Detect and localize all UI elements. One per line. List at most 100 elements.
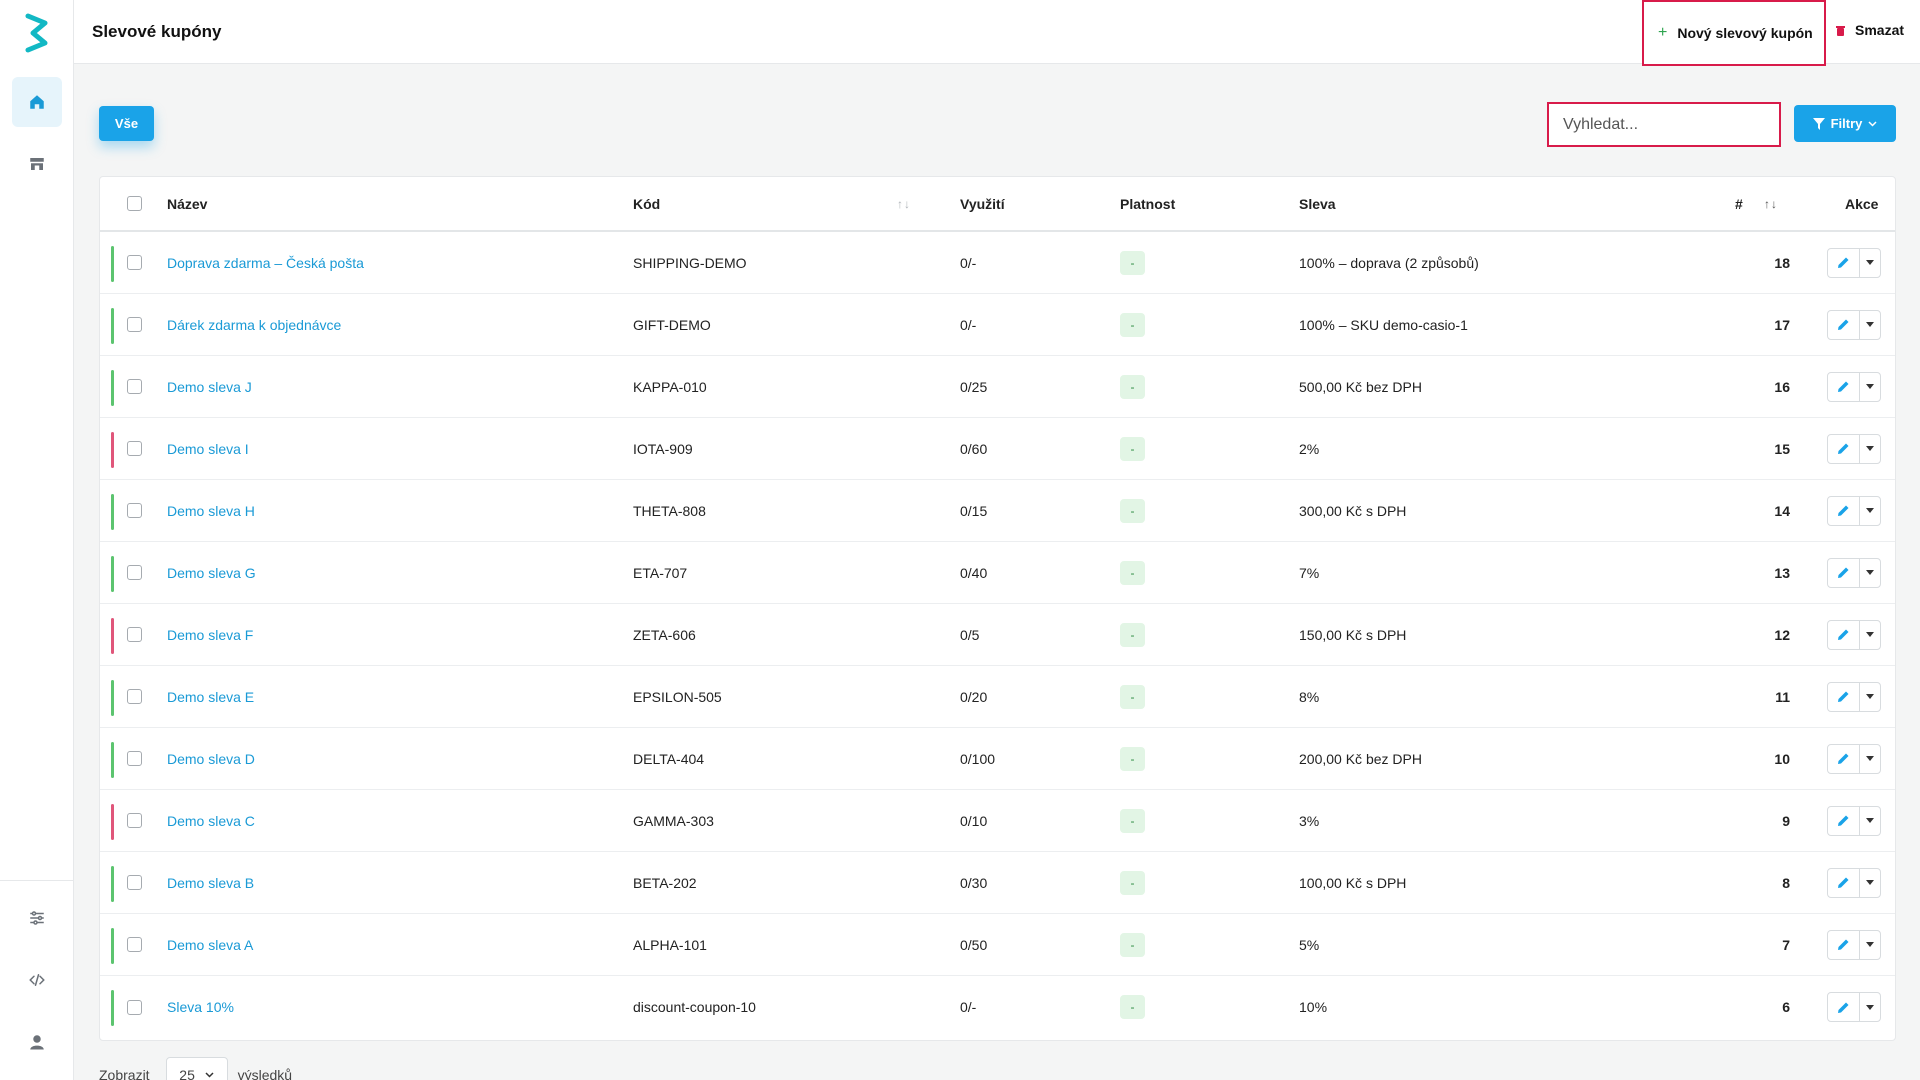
row-checkbox[interactable]	[127, 255, 142, 270]
table-row[interactable]: Dárek zdarma k objednávce GIFT-DEMO 0/- - 10…	[100, 294, 1895, 356]
table-row[interactable]: Demo sleva A ALPHA-101 0/50 - 5% 7	[100, 914, 1895, 976]
sidebar-item-settings[interactable]	[12, 893, 62, 943]
edit-button[interactable]	[1828, 620, 1860, 649]
edit-button[interactable]	[1828, 248, 1860, 277]
edit-button[interactable]	[1828, 993, 1860, 1021]
coupon-name-link[interactable]: Demo sleva J	[167, 356, 252, 417]
row-checkbox[interactable]	[127, 689, 142, 704]
table-row[interactable]: Demo sleva E EPSILON-505 0/20 - 8% 11	[100, 666, 1895, 728]
row-checkbox[interactable]	[127, 751, 142, 766]
edit-button[interactable]	[1828, 806, 1860, 835]
new-coupon-button[interactable]: + Nový slevový kupón	[1642, 0, 1826, 66]
table-row[interactable]: Demo sleva D DELTA-404 0/100 - 200,00 Kč bez…	[100, 728, 1895, 790]
row-checkbox[interactable]	[127, 813, 142, 828]
table-row[interactable]: Sleva 10% discount-coupon-10 0/- - 10% 6	[100, 976, 1895, 1038]
table-row[interactable]: Demo sleva B BETA-202 0/30 - 100,00 Kč s DPH…	[100, 852, 1895, 914]
table-row[interactable]: Doprava zdarma – Česká pošta SHIPPING-DEM…	[100, 232, 1895, 294]
coupon-discount: 200,00 Kč bez DPH	[1299, 750, 1422, 767]
row-actions-dropdown[interactable]	[1860, 249, 1880, 277]
row-checkbox[interactable]	[127, 317, 142, 332]
delete-button[interactable]: Smazat	[1836, 22, 1904, 38]
edit-button[interactable]	[1828, 496, 1860, 525]
row-actions-dropdown[interactable]	[1860, 497, 1880, 525]
row-actions-dropdown[interactable]	[1860, 993, 1880, 1021]
row-actions-dropdown[interactable]	[1860, 621, 1880, 649]
sidebar-item-home[interactable]	[12, 77, 62, 127]
row-checkbox[interactable]	[127, 441, 142, 456]
table-row[interactable]: Demo sleva F ZETA-606 0/5 - 150,00 Kč s DPH 1…	[100, 604, 1895, 666]
table-row[interactable]: Demo sleva C GAMMA-303 0/10 - 3% 9	[100, 790, 1895, 852]
validity-cell: -	[1120, 480, 1145, 541]
coupon-name-link[interactable]: Demo sleva F	[167, 604, 253, 665]
coupon-name-link[interactable]: Demo sleva I	[167, 418, 249, 479]
row-checkbox[interactable]	[127, 379, 142, 394]
status-indicator	[111, 804, 114, 840]
sort-desc-icon[interactable]: ↑↓	[1764, 197, 1778, 211]
row-actions-dropdown[interactable]	[1860, 373, 1880, 401]
column-name[interactable]: Název	[167, 177, 207, 230]
coupon-name-link[interactable]: Demo sleva B	[167, 852, 254, 913]
select-all-checkbox[interactable]	[127, 196, 142, 211]
coupon-name-link[interactable]: Demo sleva G	[167, 542, 256, 603]
row-actions-dropdown[interactable]	[1860, 931, 1880, 959]
coupon-usage: 0/5	[960, 626, 980, 643]
row-actions-dropdown[interactable]	[1860, 683, 1880, 711]
column-discount[interactable]: Sleva	[1299, 177, 1336, 230]
pencil-icon	[1838, 939, 1849, 950]
row-actions-dropdown[interactable]	[1860, 559, 1880, 587]
coupon-name-link[interactable]: Demo sleva A	[167, 914, 253, 975]
coupon-name-link[interactable]: Demo sleva H	[167, 480, 255, 541]
filter-button[interactable]: Filtry	[1794, 105, 1896, 142]
sidebar-item-store[interactable]	[12, 139, 62, 189]
table-row[interactable]: Demo sleva I IOTA-909 0/60 - 2% 15	[100, 418, 1895, 480]
row-checkbox[interactable]	[127, 627, 142, 642]
row-actions-dropdown[interactable]	[1860, 311, 1880, 339]
column-validity[interactable]: Platnost	[1120, 177, 1175, 230]
search-input[interactable]	[1547, 102, 1781, 147]
row-checkbox[interactable]	[127, 565, 142, 580]
coupon-name-link[interactable]: Demo sleva C	[167, 790, 255, 851]
actions-cell	[1827, 356, 1881, 417]
coupon-name-link[interactable]: Sleva 10%	[167, 976, 234, 1038]
row-select-cell	[127, 790, 142, 851]
tab-all[interactable]: Vše	[99, 106, 154, 141]
edit-button[interactable]	[1828, 682, 1860, 711]
edit-button[interactable]	[1828, 310, 1860, 339]
select-all-cell	[127, 177, 142, 230]
row-checkbox[interactable]	[127, 999, 142, 1015]
table-row[interactable]: Demo sleva H THETA-808 0/15 - 300,00 Kč s DP…	[100, 480, 1895, 542]
coupon-name-link[interactable]: Dárek zdarma k objednávce	[167, 294, 341, 355]
edit-button[interactable]	[1828, 930, 1860, 959]
column-usage[interactable]: Využití	[960, 177, 1005, 230]
app-logo[interactable]	[25, 13, 49, 53]
edit-button[interactable]	[1828, 372, 1860, 401]
coupon-id: 6	[1782, 999, 1790, 1015]
row-checkbox[interactable]	[127, 503, 142, 518]
actions-cell	[1827, 790, 1881, 851]
row-actions-dropdown[interactable]	[1860, 435, 1880, 463]
row-checkbox[interactable]	[127, 875, 142, 890]
sidebar-item-developer[interactable]	[12, 955, 62, 1005]
edit-button[interactable]	[1828, 558, 1860, 587]
row-actions	[1827, 805, 1881, 836]
column-id[interactable]: #	[1735, 177, 1743, 230]
edit-button[interactable]	[1828, 868, 1860, 897]
pencil-icon	[1838, 691, 1849, 702]
table-row[interactable]: Demo sleva G ETA-707 0/40 - 7% 13	[100, 542, 1895, 604]
sidebar	[0, 0, 74, 1080]
edit-button[interactable]	[1828, 744, 1860, 773]
column-code[interactable]: Kód	[633, 177, 660, 230]
coupon-name-link[interactable]: Doprava zdarma – Česká pošta	[167, 232, 364, 293]
row-actions-dropdown[interactable]	[1860, 745, 1880, 773]
table-row[interactable]: Demo sleva J KAPPA-010 0/25 - 500,00 Kč bez …	[100, 356, 1895, 418]
row-actions-dropdown[interactable]	[1860, 807, 1880, 835]
coupon-name-link[interactable]: Demo sleva E	[167, 666, 254, 727]
edit-button[interactable]	[1828, 434, 1860, 463]
row-actions-dropdown[interactable]	[1860, 869, 1880, 897]
row-actions	[1827, 681, 1881, 712]
row-checkbox[interactable]	[127, 937, 142, 952]
per-page-select[interactable]: 25	[165, 1057, 228, 1080]
sidebar-item-account[interactable]	[12, 1017, 62, 1067]
coupon-name-link[interactable]: Demo sleva D	[167, 728, 255, 789]
sort-arrows-icon[interactable]: ↑↓	[897, 197, 911, 211]
